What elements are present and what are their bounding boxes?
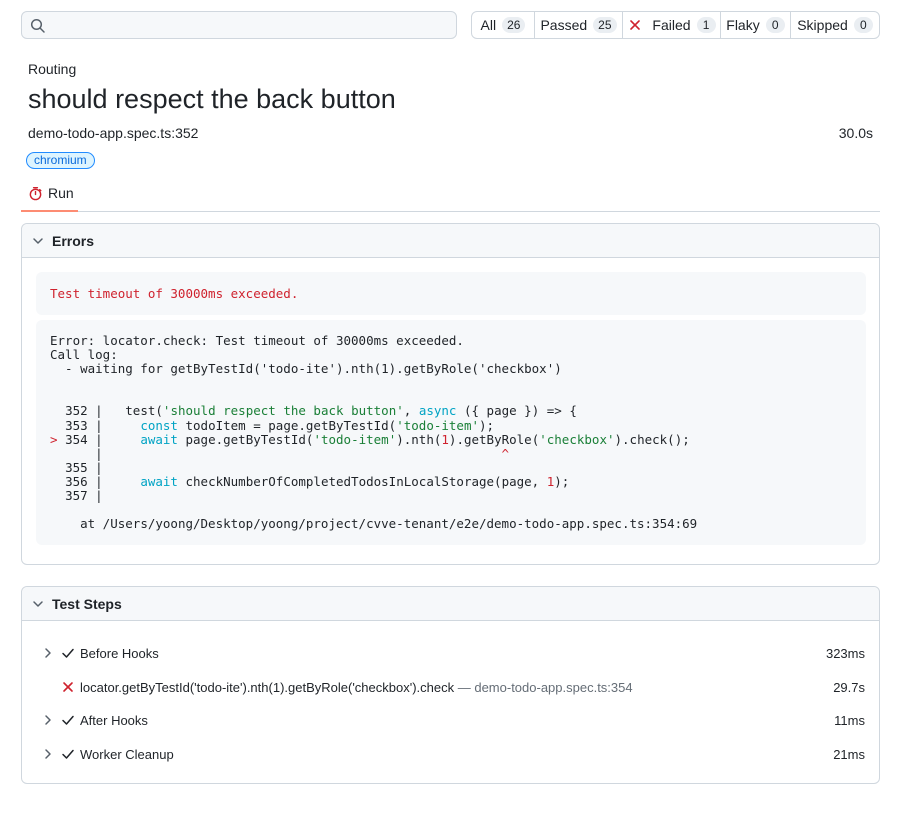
- step-row[interactable]: After Hooks 11ms: [22, 708, 879, 732]
- code-text: checkNumberOfCompletedTodosInLocalStorag…: [177, 473, 547, 489]
- code-text: ({ page }) => {: [456, 403, 577, 419]
- step-time: 11ms: [834, 712, 865, 728]
- errors-panel: Errors Test timeout of 30000ms exceeded.…: [21, 223, 880, 565]
- code-text: );: [554, 473, 570, 489]
- check-icon: [62, 715, 74, 725]
- stopwatch-icon: [29, 186, 42, 200]
- step-row[interactable]: Worker Cleanup 21ms: [22, 742, 879, 766]
- test-steps-header-label: Test Steps: [52, 595, 122, 612]
- code-string: 'todo-item': [313, 431, 397, 447]
- code-text: ,: [403, 403, 419, 419]
- code-keyword: await: [140, 473, 178, 489]
- line-number: 357: [65, 488, 88, 504]
- code-keyword: await: [140, 431, 178, 447]
- test-steps-panel: Test Steps Before Hooks 323ms locator.ge…: [21, 586, 880, 784]
- step-title: Worker Cleanup: [80, 746, 174, 762]
- step-title: Before Hooks: [80, 645, 159, 661]
- search-box[interactable]: [21, 11, 457, 39]
- filter-label: Flaky: [726, 17, 760, 33]
- code-text: todoItem = page.getByTestId(: [177, 417, 397, 433]
- error-details-box: Error: locator.check: Test timeout of 30…: [36, 320, 866, 545]
- code-text: ).check();: [614, 431, 690, 447]
- code-keyword: const: [140, 417, 178, 433]
- chevron-down-icon: [33, 237, 43, 244]
- search-input[interactable]: [52, 15, 448, 35]
- error-message-box: Test timeout of 30000ms exceeded.: [36, 272, 866, 315]
- error-message: Test timeout of 30000ms exceeded.: [50, 286, 299, 301]
- code-string: 'should respect the back button': [162, 403, 404, 419]
- code-string: 'todo-item': [396, 417, 480, 433]
- close-icon: [630, 20, 641, 30]
- code-text: test(: [125, 403, 163, 419]
- errors-header[interactable]: Errors: [22, 224, 879, 258]
- code-text: page.getByTestId(: [177, 431, 314, 447]
- filter-failed[interactable]: Failed 1: [623, 12, 721, 38]
- test-location[interactable]: demo-todo-app.spec.ts:352: [28, 125, 198, 141]
- step-row[interactable]: Before Hooks 323ms: [22, 641, 879, 665]
- test-duration: 30.0s: [838, 125, 873, 141]
- filter-all[interactable]: All 26: [472, 12, 535, 38]
- step-time: 21ms: [833, 746, 865, 762]
- filter-label: Passed: [540, 17, 588, 33]
- line-number: 354: [65, 431, 88, 447]
- page-title: should respect the back button: [28, 84, 396, 114]
- chevron-right-icon[interactable]: [40, 746, 56, 762]
- line-number: 355: [65, 459, 88, 475]
- project-label[interactable]: chromium: [26, 152, 95, 169]
- filter-label: All: [480, 17, 497, 33]
- code-keyword: async: [418, 403, 457, 419]
- chevron-right-icon[interactable]: [40, 712, 56, 728]
- filter-label: Skipped: [797, 17, 848, 33]
- close-icon: [63, 682, 73, 692]
- test-steps-header[interactable]: Test Steps: [22, 587, 879, 621]
- line-number: 353: [65, 417, 88, 433]
- code-text: ).nth(: [396, 431, 442, 447]
- step-title-text: locator.getByTestId('todo-ite').nth(1).g…: [80, 679, 455, 695]
- filter-flaky[interactable]: Flaky 0: [721, 12, 791, 38]
- filter-count: 25: [593, 17, 617, 33]
- suite-breadcrumb: Routing: [28, 61, 77, 77]
- top-bar: All 26 Passed 25 Failed 1 Flaky 0 Skippe…: [21, 11, 880, 39]
- step-location[interactable]: — demo-todo-app.spec.ts:354: [458, 680, 633, 695]
- step-row[interactable]: locator.getByTestId('todo-ite').nth(1).g…: [22, 675, 879, 699]
- filter-count: 0: [853, 17, 873, 33]
- line-number: 352: [65, 403, 88, 419]
- check-icon: [62, 749, 74, 759]
- code-number: 1: [441, 431, 449, 447]
- step-title: After Hooks: [80, 712, 148, 728]
- tab-bar: Run: [21, 176, 880, 212]
- filter-count: 1: [696, 17, 716, 33]
- tab-label: Run: [48, 185, 74, 201]
- step-time: 29.7s: [833, 679, 865, 695]
- error-code: Error: locator.check: Test timeout of 30…: [50, 333, 698, 532]
- search-icon: [30, 18, 45, 33]
- filter-skipped[interactable]: Skipped 0: [791, 12, 879, 38]
- tab-run[interactable]: Run: [21, 176, 78, 212]
- step-time: 323ms: [825, 645, 865, 661]
- filter-count: 0: [765, 17, 785, 33]
- status-filters: All 26 Passed 25 Failed 1 Flaky 0 Skippe…: [471, 11, 880, 39]
- stack-trace: at /Users/yoong/Desktop/yoong/project/cv…: [80, 516, 698, 532]
- filter-label: Failed: [652, 17, 691, 33]
- code-text: ).getByRole(: [448, 431, 540, 447]
- check-icon: [62, 648, 74, 658]
- code-string: 'checkbox': [539, 431, 615, 447]
- errors-header-label: Errors: [52, 232, 95, 249]
- chevron-down-icon: [33, 600, 43, 607]
- step-title: locator.getByTestId('todo-ite').nth(1).g…: [80, 680, 633, 695]
- chevron-right-icon[interactable]: [40, 645, 56, 661]
- error-line: - waiting for getByTestId('todo-ite').nt…: [50, 361, 562, 377]
- filter-passed[interactable]: Passed 25: [535, 12, 623, 38]
- error-line-marker: >: [50, 431, 58, 447]
- error-caret: ^: [501, 445, 510, 461]
- filter-count: 26: [502, 17, 526, 33]
- error-line: Call log:: [50, 347, 118, 363]
- code-text: );: [479, 417, 495, 433]
- line-number: 356: [65, 473, 88, 489]
- error-line: Error: locator.check: Test timeout of 30…: [50, 333, 464, 348]
